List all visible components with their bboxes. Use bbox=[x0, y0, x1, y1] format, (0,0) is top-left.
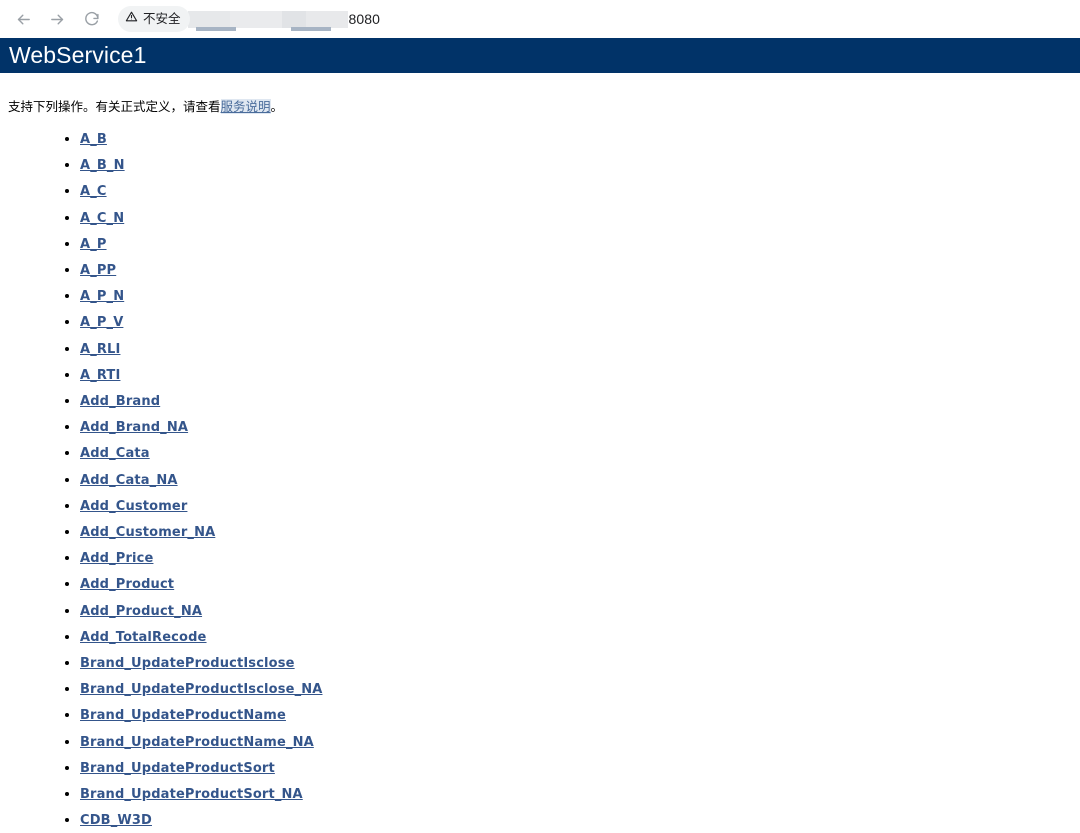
operation-list-item: Add_Brand bbox=[80, 388, 1080, 414]
operation-list-item: Add_Brand_NA bbox=[80, 414, 1080, 440]
reload-icon bbox=[83, 11, 100, 28]
operation-link-a-p-n[interactable]: A_P_N bbox=[80, 289, 124, 304]
operation-list-item: A_C_N bbox=[80, 205, 1080, 231]
operation-list-item: A_C bbox=[80, 178, 1080, 204]
intro-text-before: 支持下列操作。有关正式定义，请查看 bbox=[8, 98, 221, 114]
service-description-link[interactable]: 服务说明 bbox=[220, 98, 271, 114]
url-redaction-block bbox=[187, 10, 230, 28]
operation-link-add-product[interactable]: Add_Product bbox=[80, 577, 174, 592]
operation-link-a-p[interactable]: A_P bbox=[80, 237, 107, 252]
intro-text: 支持下列操作。有关正式定义，请查看服务说明。 bbox=[0, 86, 1080, 114]
intro-text-after: 。 bbox=[270, 98, 284, 114]
operation-list-item: A_B_N bbox=[80, 152, 1080, 178]
operation-list-item: Add_Product bbox=[80, 571, 1080, 597]
operation-list-item: A_PP bbox=[80, 257, 1080, 283]
operation-link-add-customer[interactable]: Add_Customer bbox=[80, 499, 187, 514]
operation-link-add-customer-na[interactable]: Add_Customer_NA bbox=[80, 525, 215, 540]
operation-list-item: A_P_V bbox=[80, 309, 1080, 335]
operation-list-item: Add_Customer_NA bbox=[80, 519, 1080, 545]
operation-link-a-pp[interactable]: A_PP bbox=[80, 263, 116, 278]
operation-list-item: Add_Cata bbox=[80, 440, 1080, 466]
browser-toolbar: 不安全 8080 bbox=[0, 0, 1080, 38]
operation-link-a-c-n[interactable]: A_C_N bbox=[80, 211, 124, 226]
security-status-label: 不安全 bbox=[143, 10, 181, 26]
url-redaction-block bbox=[281, 10, 306, 28]
operation-list-item: Add_TotalRecode bbox=[80, 624, 1080, 650]
page-title: WebService1 bbox=[9, 42, 147, 68]
operation-list-item: Add_Product_NA bbox=[80, 598, 1080, 624]
operation-list-item: Brand_UpdateProductSort_NA bbox=[80, 781, 1080, 807]
address-bar[interactable]: 不安全 8080 bbox=[118, 5, 1072, 33]
operation-list-item: Brand_UpdateProductSort bbox=[80, 755, 1080, 781]
operation-link-a-p-v[interactable]: A_P_V bbox=[80, 315, 123, 330]
operation-list-item: Brand_UpdateProductIsclose_NA bbox=[80, 676, 1080, 702]
back-arrow-icon bbox=[15, 11, 32, 28]
warning-triangle-icon bbox=[125, 10, 138, 28]
operation-list-item: A_RTI bbox=[80, 362, 1080, 388]
operation-link-a-b-n[interactable]: A_B_N bbox=[80, 158, 125, 173]
operation-link-add-cata-na[interactable]: Add_Cata_NA bbox=[80, 473, 178, 488]
operation-link-a-rli[interactable]: A_RLI bbox=[80, 342, 120, 357]
operation-list-item: A_P_N bbox=[80, 283, 1080, 309]
operation-list-item: Brand_UpdateProductName_NA bbox=[80, 729, 1080, 755]
operation-list-item: Add_Cata_NA bbox=[80, 467, 1080, 493]
url-redaction-underline bbox=[290, 27, 331, 31]
url-visible-tail: 8080 bbox=[348, 11, 381, 27]
operation-list-item: A_RLI bbox=[80, 336, 1080, 362]
operation-link-cdb-w3d[interactable]: CDB_W3D bbox=[80, 813, 152, 828]
operation-link-a-c[interactable]: A_C bbox=[80, 184, 107, 199]
service-header-bar: WebService1 bbox=[0, 38, 1080, 73]
operation-link-add-totalrecode[interactable]: Add_TotalRecode bbox=[80, 630, 207, 645]
operations-list: A_B A_B_N A_C A_C_N A_P A_PP A_P_N A_P_V A_RLI A_… bbox=[0, 126, 1080, 833]
operation-link-add-cata[interactable]: Add_Cata bbox=[80, 446, 150, 461]
operation-link-brand-updateproductsort[interactable]: Brand_UpdateProductSort bbox=[80, 761, 275, 776]
site-security-chip[interactable]: 不安全 bbox=[118, 6, 190, 32]
operation-list-item: A_B bbox=[80, 126, 1080, 152]
operation-list-item: Brand_UpdateProductName bbox=[80, 702, 1080, 728]
operation-list-item: Add_Price bbox=[80, 545, 1080, 571]
operation-list-item: A_P bbox=[80, 231, 1080, 257]
url-text[interactable]: 8080 bbox=[187, 6, 381, 32]
operation-list-item: Add_Customer bbox=[80, 493, 1080, 519]
url-redaction-block bbox=[229, 10, 282, 28]
operation-link-add-product-na[interactable]: Add_Product_NA bbox=[80, 604, 202, 619]
operation-link-add-brand[interactable]: Add_Brand bbox=[80, 394, 160, 409]
operation-link-brand-updateproductname[interactable]: Brand_UpdateProductName bbox=[80, 708, 286, 723]
operation-link-brand-updateproductisclose-na[interactable]: Brand_UpdateProductIsclose_NA bbox=[80, 682, 323, 697]
operation-link-brand-updateproductname-na[interactable]: Brand_UpdateProductName_NA bbox=[80, 735, 314, 750]
forward-button[interactable] bbox=[42, 4, 72, 34]
forward-arrow-icon bbox=[49, 11, 66, 28]
operation-link-add-price[interactable]: Add_Price bbox=[80, 551, 153, 566]
operation-link-brand-updateproductsort-na[interactable]: Brand_UpdateProductSort_NA bbox=[80, 787, 303, 802]
operation-link-brand-updateproductisclose[interactable]: Brand_UpdateProductIsclose bbox=[80, 656, 295, 671]
operation-link-a-b[interactable]: A_B bbox=[80, 132, 107, 147]
reload-button[interactable] bbox=[76, 4, 106, 34]
back-button[interactable] bbox=[8, 4, 38, 34]
operation-list-item: CDB_W3D bbox=[80, 807, 1080, 833]
url-redaction-block bbox=[305, 10, 348, 28]
operation-link-a-rti[interactable]: A_RTI bbox=[80, 368, 120, 383]
operation-list-item: Brand_UpdateProductIsclose bbox=[80, 650, 1080, 676]
url-redaction-underline bbox=[195, 27, 236, 31]
operation-link-add-brand-na[interactable]: Add_Brand_NA bbox=[80, 420, 188, 435]
